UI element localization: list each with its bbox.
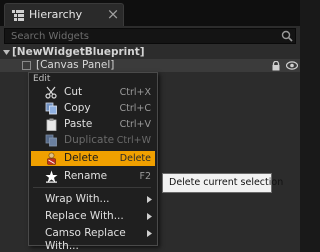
copy-icon [45, 102, 57, 115]
eye-icon[interactable] [286, 61, 298, 70]
tree-root-label: [NewWidgetBlueprint] [12, 46, 145, 58]
menu-item-shortcut: Ctrl+C [119, 103, 152, 114]
menu-item-duplicate[interactable]: Duplicate Ctrl+W [31, 133, 155, 148]
menu-item-shortcut: Ctrl+V [119, 119, 151, 130]
menu-item-label: Cut [64, 86, 83, 98]
menu-item-label: Wrap With... [45, 193, 110, 205]
chevron-right-icon [147, 213, 152, 220]
search-box[interactable] [4, 28, 296, 44]
menu-item-replace-with[interactable]: Replace With... [31, 209, 155, 224]
menu-item-paste[interactable]: Paste Ctrl+V [31, 117, 155, 132]
canvas-panel-icon [22, 61, 31, 70]
tab-title: Hierarchy [29, 8, 83, 21]
tooltip-text: Delete current selection [169, 177, 284, 188]
menu-item-label: Replace With... [45, 210, 124, 222]
tooltip: Delete current selection [162, 173, 283, 193]
tab-hierarchy[interactable]: Hierarchy × [4, 3, 124, 26]
delete-icon [47, 152, 56, 165]
menu-item-shortcut: Delete [119, 153, 151, 164]
menu-item-delete[interactable]: Delete Delete [31, 151, 155, 166]
duplicate-icon [45, 134, 57, 147]
menu-item-label: Camso Replace With... [45, 227, 126, 252]
expand-arrow-icon[interactable] [3, 49, 10, 56]
menu-item-label: Duplicate [64, 134, 115, 146]
close-icon[interactable]: × [106, 6, 120, 22]
chevron-right-icon [147, 196, 152, 203]
menu-item-label: Copy [64, 102, 91, 114]
menu-item-rename[interactable]: Rename F2 [31, 169, 155, 184]
tree-child-label: [Canvas Panel] [36, 59, 115, 71]
menu-item-camso-replace-with[interactable]: Camso Replace With... [31, 226, 155, 252]
tab-bar: Hierarchy × [0, 0, 300, 26]
menu-item-shortcut: Ctrl+X [119, 87, 151, 98]
search-icon[interactable] [281, 30, 293, 42]
menu-item-copy[interactable]: Copy Ctrl+C [31, 101, 155, 116]
context-menu: Edit Cut Ctrl+X Copy Ctrl+C Paste Ctrl+V [28, 72, 158, 252]
tree-item-root[interactable]: [NewWidgetBlueprint] [0, 46, 300, 59]
tree-item-canvas-panel[interactable]: [Canvas Panel] [0, 59, 300, 72]
menu-section-edit: Edit [33, 74, 51, 84]
menu-item-label: Rename [64, 170, 108, 182]
scissors-icon [45, 86, 57, 99]
paste-icon [46, 118, 57, 131]
hierarchy-icon [12, 10, 24, 21]
chevron-right-icon [147, 230, 152, 237]
rename-icon [45, 170, 58, 183]
menu-item-label: Delete [64, 152, 99, 164]
menu-separator [33, 187, 151, 188]
menu-item-shortcut: F2 [139, 171, 151, 182]
menu-item-cut[interactable]: Cut Ctrl+X [31, 85, 155, 100]
lock-icon[interactable] [271, 61, 281, 71]
menu-item-label: Paste [64, 118, 93, 130]
search-input[interactable] [5, 29, 279, 43]
menu-item-wrap-with[interactable]: Wrap With... [31, 192, 155, 207]
menu-item-shortcut: Ctrl+W [116, 135, 151, 146]
